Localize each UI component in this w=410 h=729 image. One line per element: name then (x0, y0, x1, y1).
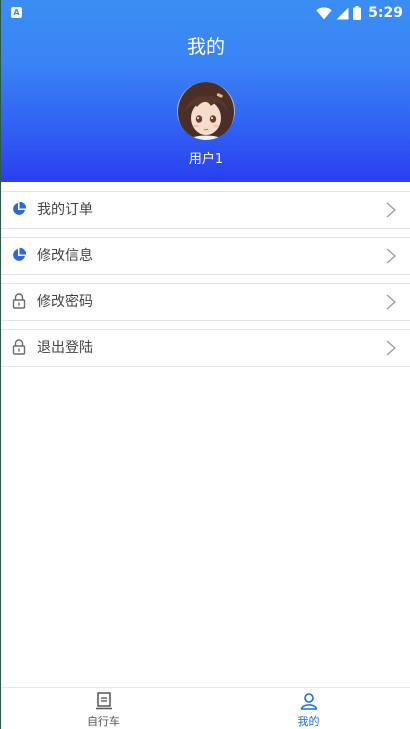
chevron-right-icon (386, 294, 396, 310)
wifi-icon (316, 6, 332, 19)
tab-label: 我的 (297, 715, 320, 728)
menu-item-label: 修改信息 (37, 248, 93, 264)
menu-item-label: 退出登陆 (37, 340, 93, 356)
tab-me[interactable]: 我的 (206, 688, 410, 729)
chevron-right-icon (386, 202, 396, 218)
username: 用户1 (188, 152, 224, 167)
menu-item-my-orders[interactable]: 我的订单 (1, 191, 410, 229)
document-icon (95, 692, 112, 710)
chevron-right-icon (386, 340, 396, 356)
tab-bicycles[interactable]: 自行车 (1, 688, 206, 729)
menu-item-label: 我的订单 (37, 202, 93, 218)
menu-item-edit-info[interactable]: 修改信息 (1, 237, 410, 275)
bottom-nav: 自行车 我的 (1, 687, 410, 729)
pie-chart-icon (13, 201, 27, 215)
app-notification-icon: A (11, 7, 22, 18)
menu-item-label: 修改密码 (37, 294, 93, 310)
avatar-image (177, 82, 235, 140)
tab-label: 自行车 (87, 715, 120, 728)
avatar[interactable] (177, 82, 235, 140)
menu-item-change-password[interactable]: 修改密码 (1, 283, 410, 321)
lock-icon (12, 293, 26, 309)
pie-chart-icon (13, 247, 27, 261)
status-icons: 5:29 (316, 4, 403, 22)
page-title: 我的 (186, 36, 225, 58)
status-time: 5:29 (368, 5, 403, 21)
lock-icon (12, 339, 26, 355)
app-screen: A 5:29 我的 用户1 我的订单 修改信息 修改密码 退出登陆 自行车 我的 (0, 0, 410, 729)
menu-item-logout[interactable]: 退出登陆 (1, 329, 410, 367)
user-icon (300, 693, 317, 710)
notification-badge-text: A (13, 7, 20, 17)
signal-icon (336, 7, 349, 19)
status-bar: A 5:29 (1, 0, 410, 26)
profile-header: A 5:29 我的 用户1 (1, 0, 410, 182)
battery-icon (353, 6, 362, 20)
chevron-right-icon (386, 248, 396, 264)
